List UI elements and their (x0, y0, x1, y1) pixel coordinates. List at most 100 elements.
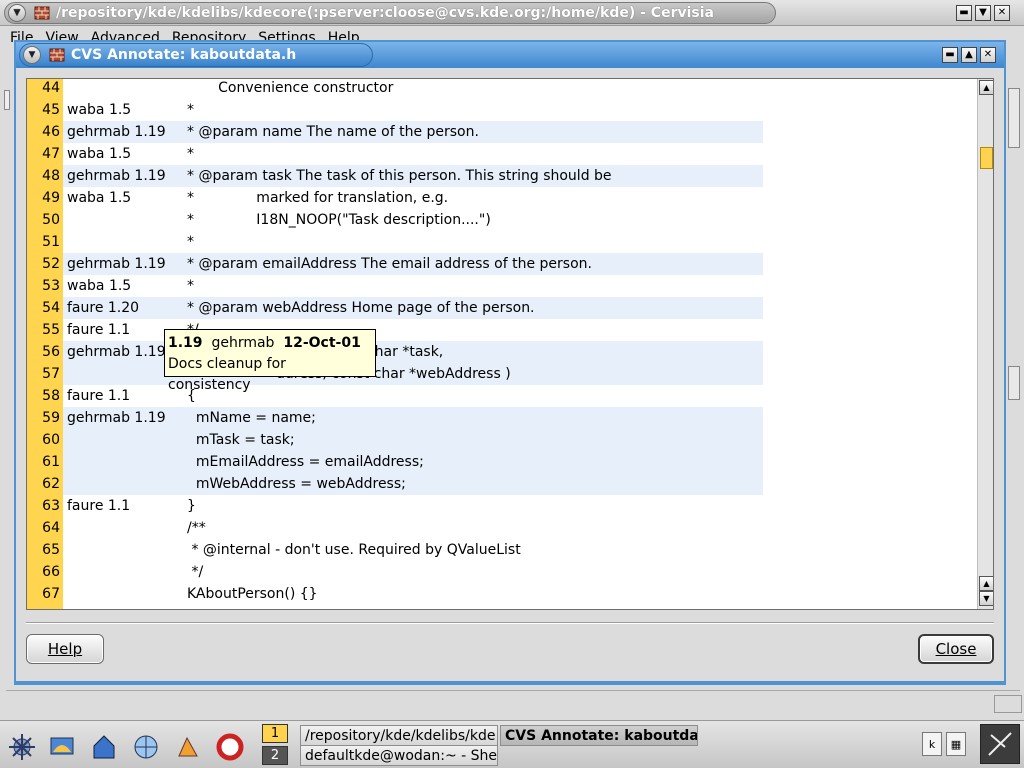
annotate-row[interactable]: 59 gehrmab 1.19 mName = name; (27, 407, 985, 429)
line-number: 68 (27, 605, 63, 609)
clock-icon[interactable] (980, 724, 1020, 764)
help-lifebuoy-icon[interactable] (214, 731, 246, 763)
calendar-icon[interactable]: ▦ (946, 732, 966, 756)
task-annotate-label: CVS Annotate: kaboutdat (505, 727, 698, 744)
line-number: 64 (27, 517, 63, 539)
desktop-1-button[interactable]: 1 (262, 724, 288, 743)
annotate-row[interactable]: 46 gehrmab 1.19 * @param name The name of … (27, 121, 985, 143)
annotate-row[interactable]: 67 KAboutPerson() {} (27, 583, 985, 605)
source-line: * @param task The task of this person. T… (187, 168, 612, 184)
annotate-row[interactable]: 65 * @internal - don't use. Required by … (27, 539, 985, 561)
restore-button[interactable]: ▼ (975, 5, 991, 21)
status-cell (994, 695, 1022, 713)
main-window-titlebar[interactable]: ▼ /repository/kde/kdelibs/kdecore(:pserv… (0, 0, 1024, 26)
line-number: 57 (27, 363, 63, 385)
annotate-row[interactable]: 44 Convenience constructor (27, 79, 985, 99)
scroll-up-arrow-icon[interactable]: ▲ (979, 80, 993, 95)
task-shell[interactable]: defaultkde@wodan:~ - She (300, 745, 498, 766)
close-button[interactable]: Close (918, 634, 994, 664)
task-annotate[interactable]: CVS Annotate: kaboutdat (500, 725, 698, 746)
annotate-row[interactable]: 63 faure 1.1} (27, 495, 985, 517)
main-right-scrollbar-mid[interactable] (1008, 366, 1020, 400)
annotate-row[interactable]: 62 mWebAddress = webAddress; (27, 473, 985, 495)
annotate-row[interactable]: 47 waba 1.5 * (27, 143, 985, 165)
annotate-row[interactable]: 49 waba 1.5 * marked for translation, e.g. (27, 187, 985, 209)
home-folder-icon[interactable] (88, 731, 120, 763)
line-number: 58 (27, 385, 63, 407)
source-line: * @param emailAddress The email address … (187, 256, 592, 272)
window-menu-button[interactable]: ▼ (8, 4, 26, 22)
line-number: 53 (27, 275, 63, 297)
annotate-row[interactable]: 48 gehrmab 1.19 * @param task The task of … (27, 165, 985, 187)
tooltip-message: Docs cleanup for consistency (168, 356, 286, 393)
revision-author (63, 561, 187, 583)
vertical-scrollbar[interactable]: ▲ ▲ ▼ (977, 79, 993, 609)
close-window-button[interactable]: ✕ (980, 47, 996, 63)
source-line: * (187, 234, 194, 250)
annotate-row[interactable]: 64 /** (27, 517, 985, 539)
dialog-titlebar[interactable]: ▼ CVS Annotate: kaboutdata.h ▬ ▲ ✕ (16, 42, 1004, 68)
main-window-controls: ▬ ▼ ✕ (956, 5, 1010, 21)
office-icon[interactable] (172, 731, 204, 763)
revision-author: gehrmab 1.19 (63, 121, 187, 143)
dialog-separator (26, 622, 994, 624)
revision-author: faure 1.1 (67, 498, 131, 514)
line-number: 49 (27, 187, 63, 209)
line-number: 63 (27, 495, 63, 517)
source-line: * (187, 146, 194, 162)
source-line: mWebAddress = webAddress; (187, 476, 406, 492)
revision-author: gehrmab 1.19 (63, 407, 187, 429)
maximize-button[interactable]: ▲ (961, 47, 977, 63)
line-number: 55 (27, 319, 63, 341)
kde-menu-icon[interactable] (6, 731, 38, 763)
annotate-row[interactable]: 68 (27, 605, 985, 609)
line-number: 48 (27, 165, 63, 187)
revision-author: waba 1.5 (67, 102, 132, 118)
line-number: 54 (27, 297, 63, 319)
revision-author: gehrmab 1.19 (63, 253, 187, 275)
source-line: * (187, 102, 194, 118)
revision-author (63, 473, 187, 495)
dialog-title-pill[interactable]: ▼ CVS Annotate: kaboutdata.h (19, 43, 373, 67)
source-line: mName = name; (187, 410, 316, 426)
dialog-menu-button[interactable]: ▼ (23, 46, 41, 64)
task-cervisia-label: /repository/kde/kdelibs/kde (305, 727, 496, 744)
minimize-button[interactable]: ▬ (956, 5, 972, 21)
main-right-scrollbar-top[interactable] (1008, 88, 1020, 148)
annotate-row[interactable]: 60 mTask = task; (27, 429, 985, 451)
scrollbar-thumb[interactable] (980, 147, 993, 169)
line-number: 47 (27, 143, 63, 165)
desktop-icon[interactable] (46, 731, 78, 763)
scroll-up-arrow-icon[interactable]: ▲ (979, 576, 993, 591)
revision-tooltip: 1.19 gehrmab 12-Oct-01 Docs cleanup for … (164, 329, 376, 393)
annotate-row[interactable]: 66 */ (27, 561, 985, 583)
task-cervisia[interactable]: /repository/kde/kdelibs/kde (300, 725, 498, 746)
source-line: KAboutPerson() {} (187, 586, 318, 602)
revision-author (63, 517, 187, 539)
annotate-row[interactable]: 52 gehrmab 1.19 * @param emailAddress The … (27, 253, 985, 275)
annotate-row[interactable]: 51 * (27, 231, 985, 253)
main-left-panel-edge (4, 90, 10, 110)
minimize-button[interactable]: ▬ (942, 47, 958, 63)
revision-author: waba 1.5 (67, 278, 132, 294)
annotate-row[interactable]: 53 waba 1.5 * (27, 275, 985, 297)
source-line: * @param webAddress Home page of the per… (187, 300, 535, 316)
annotate-row[interactable]: 45 waba 1.5 * (27, 99, 985, 121)
revision-author: gehrmab 1.19 (63, 165, 187, 187)
line-number: 50 (27, 209, 63, 231)
help-button[interactable]: Help (26, 634, 104, 664)
annotate-row[interactable]: 54 faure 1.20 * @param webAddress Home pag… (27, 297, 985, 319)
desktop-2-button[interactable]: 2 (262, 746, 288, 765)
line-number: 59 (27, 407, 63, 429)
main-window-title-pill[interactable]: ▼ /repository/kde/kdelibs/kdecore(:pserv… (4, 2, 776, 24)
scroll-down-arrow-icon[interactable]: ▼ (979, 591, 993, 606)
tray-app-icon[interactable]: k (922, 732, 942, 756)
revision-author (63, 451, 187, 473)
source-line: mTask = task; (187, 432, 295, 448)
task-shell-label: defaultkde@wodan:~ - She (305, 747, 497, 764)
annotate-row[interactable]: 61 mEmailAddress = emailAddress; (27, 451, 985, 473)
dialog-window-controls: ▬ ▲ ✕ (942, 47, 996, 63)
web-browser-icon[interactable] (130, 731, 162, 763)
close-window-button[interactable]: ✕ (994, 5, 1010, 21)
annotate-row[interactable]: 50 * I18N_NOOP("Task description....") (27, 209, 985, 231)
